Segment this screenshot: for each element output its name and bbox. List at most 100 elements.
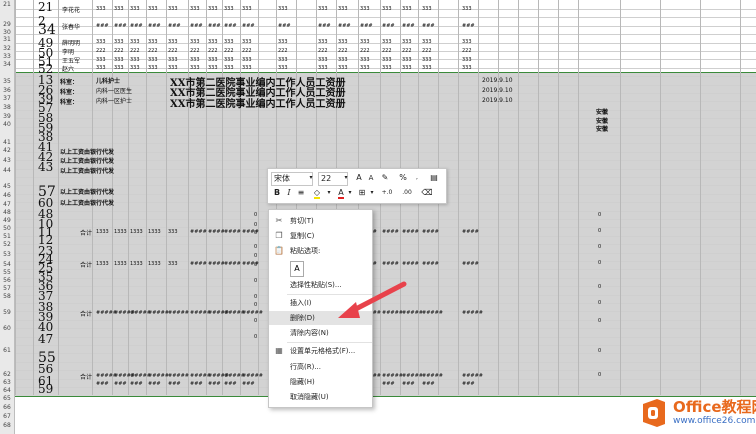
cell[interactable]: 333	[208, 65, 218, 71]
cell[interactable]: ####	[422, 261, 439, 267]
row-header[interactable]: 42	[0, 148, 14, 154]
cell[interactable]: 333	[462, 6, 472, 12]
row-header[interactable]: 37	[0, 96, 14, 102]
cell[interactable]: 0	[254, 212, 257, 218]
cell[interactable]: 333	[168, 261, 178, 267]
cell[interactable]: ####	[462, 229, 479, 235]
cell[interactable]: 333	[208, 57, 218, 63]
borders-button[interactable]: ⊞	[356, 187, 368, 199]
cell[interactable]: 222	[114, 48, 124, 54]
cell[interactable]: 333	[242, 6, 252, 12]
row-header[interactable]: 61	[0, 348, 14, 354]
cell[interactable]: ####	[190, 261, 207, 267]
cell[interactable]: 以上工资由银行代发	[60, 198, 114, 207]
cell[interactable]: ####	[224, 261, 241, 267]
cell[interactable]: ###	[462, 381, 475, 387]
cell[interactable]: 333	[278, 57, 288, 63]
cell[interactable]: 0	[598, 318, 601, 324]
row-header[interactable]: 53	[0, 252, 14, 258]
cell[interactable]: 李明	[62, 47, 74, 56]
cell[interactable]: ####	[382, 261, 399, 267]
cell[interactable]: 333	[190, 65, 200, 71]
row-header[interactable]: 62	[0, 372, 14, 378]
cell[interactable]: 333	[382, 6, 392, 12]
cell[interactable]: 333	[130, 57, 140, 63]
comma-style-button[interactable]: ,	[412, 172, 422, 184]
cell[interactable]: 333	[360, 57, 370, 63]
cell[interactable]: ####	[462, 261, 479, 267]
row-header[interactable]: 50	[0, 226, 14, 232]
cell[interactable]: 1333	[130, 229, 143, 235]
cell[interactable]: 张春华	[62, 22, 80, 31]
row-header[interactable]: 38	[0, 105, 14, 111]
cell[interactable]: ###	[114, 381, 127, 387]
cell[interactable]: 333	[360, 6, 370, 12]
cell[interactable]: ###	[402, 381, 415, 387]
cell[interactable]: 科室：	[60, 87, 78, 96]
cell[interactable]: 1333	[148, 229, 161, 235]
cell[interactable]: 合计	[80, 260, 92, 269]
cell[interactable]: 333	[168, 229, 178, 235]
cell[interactable]: ###	[224, 381, 237, 387]
cell[interactable]: ###	[148, 381, 161, 387]
cell[interactable]: 222	[96, 48, 106, 54]
cell[interactable]: 222	[148, 48, 158, 54]
cell[interactable]: 222	[422, 48, 432, 54]
cell[interactable]: 333	[130, 65, 140, 71]
cell[interactable]: XX市第二医院事业编内工作人员工资册	[170, 95, 346, 110]
row-header[interactable]: 51	[0, 234, 14, 240]
decrease-decimal-button[interactable]: .00	[398, 187, 416, 199]
decrease-font-button[interactable]: A	[366, 172, 376, 184]
cell[interactable]: 1333	[96, 229, 109, 235]
cell[interactable]: 333	[168, 6, 178, 12]
cell[interactable]: 科室：	[60, 77, 78, 86]
cell[interactable]: 内科一区护士	[96, 96, 132, 105]
cell[interactable]: ###	[168, 23, 181, 29]
font-name-select[interactable]: 宋体	[271, 172, 313, 186]
row-header[interactable]: 63	[0, 380, 14, 386]
cell[interactable]: 333	[190, 39, 200, 45]
cell[interactable]: 333	[96, 65, 106, 71]
cell[interactable]: 以上工资由银行代发	[60, 156, 114, 165]
cell[interactable]: ###	[224, 23, 237, 29]
cell[interactable]: ####	[402, 261, 419, 267]
increase-font-button[interactable]: A	[354, 172, 364, 184]
row-header[interactable]: 47	[0, 202, 14, 208]
cell[interactable]: 333	[242, 65, 252, 71]
cell[interactable]: 0	[254, 253, 257, 259]
cell[interactable]: 222	[190, 48, 200, 54]
font-color-dropdown-icon[interactable]: ▾	[347, 187, 353, 199]
cell[interactable]: 0	[254, 334, 257, 340]
cell[interactable]: ###	[190, 381, 203, 387]
cell[interactable]: 333	[114, 39, 124, 45]
cell[interactable]: 222	[360, 48, 370, 54]
cell[interactable]: ###	[382, 23, 395, 29]
cell[interactable]: 333	[338, 65, 348, 71]
row-header[interactable]: 54	[0, 262, 14, 268]
cell[interactable]: 333	[114, 65, 124, 71]
cell[interactable]: 2019.9.10	[482, 87, 513, 94]
cell[interactable]: 1333	[96, 261, 109, 267]
cell[interactable]: 333	[382, 57, 392, 63]
cell[interactable]: ####	[402, 229, 419, 235]
cell[interactable]: 333	[114, 6, 124, 12]
font-size-dropdown-icon[interactable]: ▾	[343, 172, 349, 184]
cell[interactable]: 333	[130, 6, 140, 12]
cell[interactable]: ###	[148, 23, 161, 29]
cell[interactable]: ###	[96, 381, 109, 387]
cell[interactable]: #####	[422, 310, 443, 316]
cell[interactable]: 333	[148, 39, 158, 45]
cell[interactable]: 赵六	[62, 64, 74, 73]
cell[interactable]: ###	[130, 23, 143, 29]
cell[interactable]: 222	[338, 48, 348, 54]
row-header[interactable]: 40	[0, 122, 14, 128]
clear-format-button[interactable]: ⌫	[420, 187, 434, 199]
cell[interactable]: 333	[148, 65, 158, 71]
row-header[interactable]: 34	[0, 62, 14, 68]
cell[interactable]: ###	[360, 23, 373, 29]
row-header[interactable]: 33	[0, 54, 14, 60]
cell[interactable]: 222	[224, 48, 234, 54]
cell[interactable]: #####	[242, 373, 263, 379]
row-header[interactable]: 43	[0, 158, 14, 164]
cell[interactable]: 333	[224, 39, 234, 45]
